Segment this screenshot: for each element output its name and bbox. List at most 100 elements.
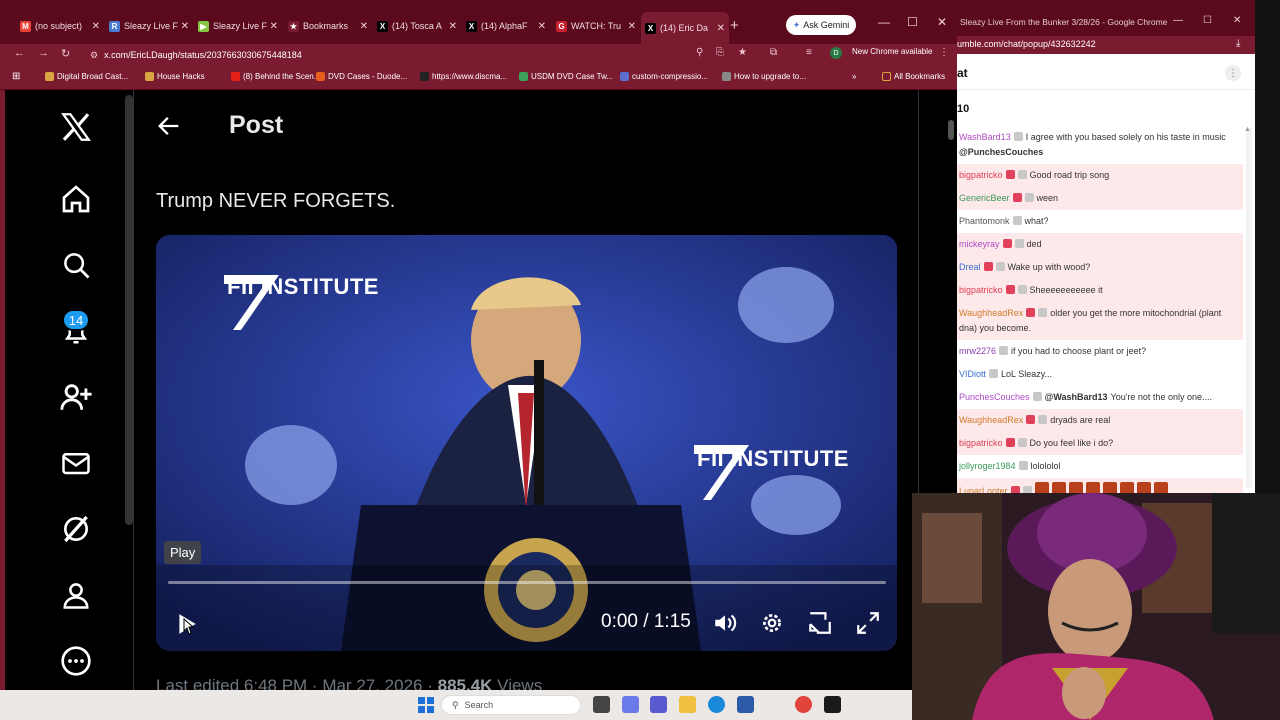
scroll-up-icon[interactable]: ▲ bbox=[1244, 126, 1251, 133]
bookmarks-overflow-button[interactable]: » bbox=[852, 72, 856, 81]
bookmark-item[interactable]: https://www.discma... bbox=[420, 72, 507, 81]
chat-username[interactable]: bigpatricko bbox=[959, 438, 1003, 448]
browser-tab[interactable]: R Sleazy Live F ✕ bbox=[105, 16, 193, 36]
browser-tab[interactable]: ★ Bookmarks ✕ bbox=[284, 16, 372, 36]
chat-username[interactable]: bigpatricko bbox=[959, 285, 1003, 295]
browser-tab[interactable]: G WATCH: Tru ✕ bbox=[552, 16, 640, 36]
media-icon[interactable]: ≡ bbox=[806, 47, 812, 58]
chat-username[interactable]: GenericBeer bbox=[959, 193, 1010, 203]
home-icon[interactable] bbox=[57, 180, 95, 218]
bookmark-item[interactable]: (8) Behind the Scen... bbox=[231, 72, 320, 81]
picture-in-picture-icon[interactable] bbox=[807, 610, 833, 641]
chat-username[interactable]: WashBard13 bbox=[959, 132, 1011, 142]
chat-mention[interactable]: @WashBard13 bbox=[1045, 392, 1108, 402]
browser-tab[interactable]: X (14) Tosca A ✕ bbox=[373, 16, 461, 36]
main-scrollbar[interactable] bbox=[948, 120, 954, 140]
task-view-icon[interactable] bbox=[593, 696, 610, 713]
back-arrow-icon[interactable] bbox=[155, 112, 183, 145]
edge-icon[interactable] bbox=[708, 696, 725, 713]
minimize-button[interactable]: — bbox=[878, 15, 890, 29]
extensions-icon[interactable]: ⧉ bbox=[770, 47, 777, 58]
tab-close-icon[interactable]: ✕ bbox=[92, 21, 100, 32]
zoom-icon[interactable]: ⚲ bbox=[696, 47, 703, 58]
file-explorer-icon[interactable] bbox=[679, 696, 696, 713]
settings-gear-icon[interactable] bbox=[759, 610, 785, 641]
grok-icon[interactable] bbox=[57, 510, 95, 548]
volume-icon[interactable] bbox=[712, 610, 738, 641]
back-nav-icon[interactable]: ← bbox=[14, 47, 25, 59]
x-logo-icon[interactable] bbox=[57, 108, 95, 146]
maximize-button[interactable]: ☐ bbox=[907, 15, 918, 29]
bookmark-star-icon[interactable]: ★ bbox=[738, 47, 747, 58]
bookmark-item[interactable]: DVD Cases - Duode... bbox=[316, 72, 407, 81]
forward-nav-icon[interactable]: → bbox=[38, 47, 49, 59]
tab-close-icon[interactable]: ✕ bbox=[360, 21, 368, 32]
tweet-text: Trump NEVER FORGETS. bbox=[156, 190, 396, 212]
chat-username[interactable]: mrw2276 bbox=[959, 346, 996, 356]
site-info-icon[interactable]: ⚙ bbox=[90, 50, 98, 61]
chat-username[interactable]: LunarLooter bbox=[959, 486, 1008, 493]
download-icon[interactable]: ⤓ bbox=[1236, 38, 1240, 49]
chat-message: bigpatricko Sheeeeeeeeeee it bbox=[957, 279, 1243, 302]
chat-username[interactable]: jollyroger1984 bbox=[959, 461, 1016, 471]
browser-tab[interactable]: ▶ Sleazy Live F ✕ bbox=[194, 16, 282, 36]
chrome-icon[interactable] bbox=[795, 696, 812, 713]
start-button-icon[interactable] bbox=[418, 697, 434, 718]
chat-username[interactable]: Dreal bbox=[959, 262, 981, 272]
store-icon[interactable] bbox=[737, 696, 754, 713]
tab-close-icon[interactable]: ✕ bbox=[538, 21, 546, 32]
sidebar-scrollbar[interactable] bbox=[125, 95, 133, 525]
ask-gemini-button[interactable]: ✦ Ask Gemini bbox=[786, 15, 856, 35]
tab-close-icon[interactable]: ✕ bbox=[628, 21, 636, 32]
browser-tab[interactable]: X (14) AlphaF ✕ bbox=[462, 16, 550, 36]
omnibox[interactable]: ⚙ x.com/EricLDaugh/status/20376630306754… bbox=[90, 46, 760, 64]
tab-close-icon[interactable]: ✕ bbox=[181, 21, 189, 32]
chat-menu-icon[interactable]: ⋮ bbox=[1225, 65, 1241, 81]
bookmark-item[interactable]: How to upgrade to... bbox=[722, 72, 806, 81]
chat-username[interactable]: WaughheadRex bbox=[959, 308, 1023, 318]
messages-icon[interactable] bbox=[57, 444, 95, 482]
chat-username[interactable]: PunchesCouches bbox=[959, 392, 1030, 402]
bookmark-item[interactable]: custom-compressio... bbox=[620, 72, 708, 81]
fullscreen-icon[interactable] bbox=[855, 610, 881, 641]
chat-mention[interactable]: @PunchesCouches bbox=[959, 147, 1043, 157]
chat-scrollbar[interactable] bbox=[1246, 128, 1252, 488]
chat-minimize-button[interactable]: — bbox=[1173, 15, 1183, 26]
obs-icon[interactable] bbox=[824, 696, 841, 713]
follow-icon[interactable] bbox=[57, 378, 95, 416]
profile-icon[interactable] bbox=[57, 576, 95, 614]
taskbar-search[interactable]: ⚲ Search bbox=[441, 695, 581, 715]
install-icon[interactable]: ⎘ bbox=[716, 47, 724, 58]
browser-tab[interactable]: X (14) Eric Da ✕ bbox=[641, 12, 729, 44]
new-chrome-available-button[interactable]: New Chrome available bbox=[852, 47, 932, 56]
more-icon[interactable] bbox=[57, 642, 95, 680]
apps-icon[interactable]: ⊞ bbox=[12, 71, 20, 82]
chat-message: Dreal Wake up with wood? bbox=[957, 256, 1243, 279]
chat-username[interactable]: Phantomonk bbox=[959, 216, 1010, 226]
chat-username[interactable]: bigpatricko bbox=[959, 170, 1003, 180]
tab-close-icon[interactable]: ✕ bbox=[270, 21, 278, 32]
close-window-button[interactable]: ✕ bbox=[937, 15, 947, 29]
search-icon[interactable] bbox=[57, 246, 95, 284]
chat-username[interactable]: WaughheadRex bbox=[959, 415, 1023, 425]
bookmark-item[interactable]: USDM DVD Case Tw... bbox=[519, 72, 613, 81]
chat-username[interactable]: mickeyray bbox=[959, 239, 1000, 249]
tab-close-icon[interactable]: ✕ bbox=[449, 21, 457, 32]
video-progress-bar[interactable] bbox=[168, 581, 886, 584]
chat-maximize-button[interactable]: ☐ bbox=[1203, 15, 1212, 26]
bookmark-item[interactable]: Digital Broad Cast... bbox=[45, 72, 128, 81]
profile-avatar[interactable]: D bbox=[830, 47, 842, 59]
chrome-menu-icon[interactable]: ⋮ bbox=[939, 47, 949, 58]
reload-icon[interactable]: ↻ bbox=[61, 47, 70, 60]
bookmark-item[interactable]: House Hacks bbox=[145, 72, 205, 81]
chat-badge-icon bbox=[983, 262, 993, 271]
tab-close-icon[interactable]: ✕ bbox=[717, 23, 725, 34]
chat-close-button[interactable]: ✕ bbox=[1233, 15, 1241, 26]
new-tab-button[interactable]: + bbox=[730, 17, 739, 34]
browser-tab[interactable]: M (no subject) ✕ bbox=[16, 16, 104, 36]
copilot-icon[interactable] bbox=[622, 696, 639, 713]
all-bookmarks-button[interactable]: All Bookmarks bbox=[882, 72, 945, 81]
teams-icon[interactable] bbox=[650, 696, 667, 713]
chat-username[interactable]: VIDiott bbox=[959, 369, 986, 379]
chat-url[interactable]: umble.com/chat/popup/432632242 bbox=[957, 36, 1255, 54]
